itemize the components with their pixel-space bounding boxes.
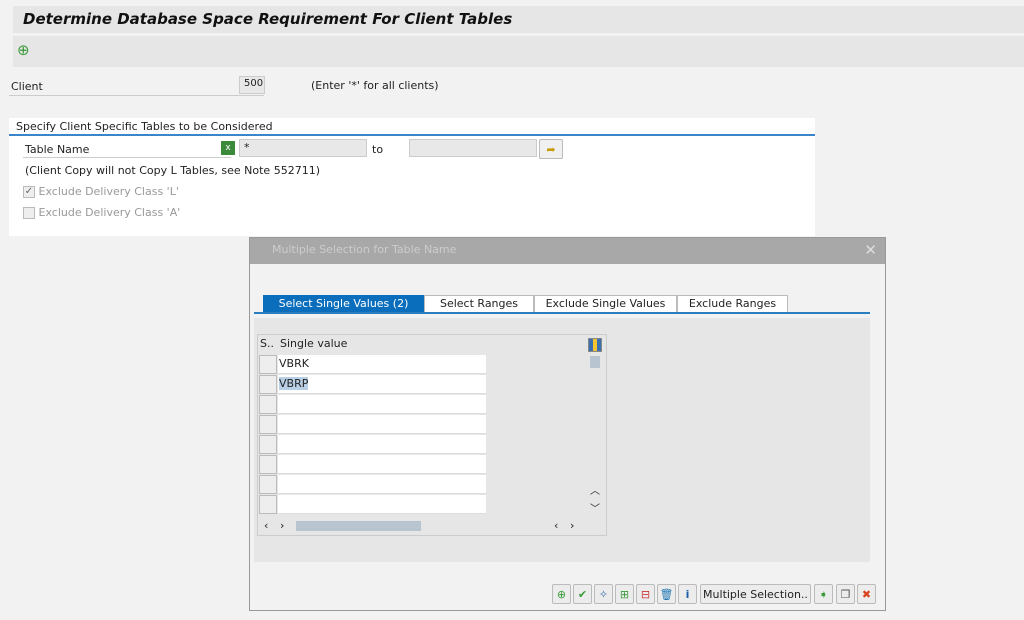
group-title: Specify Client Specific Tables to be Con…: [16, 120, 273, 133]
check-icon[interactable]: ✔: [573, 584, 592, 604]
upload-icon[interactable]: ➧: [814, 584, 833, 604]
group-divider: [9, 134, 815, 136]
checkbox-checked-icon[interactable]: ✓: [23, 186, 35, 198]
value-cell[interactable]: [278, 435, 486, 454]
client-input[interactable]: 500: [239, 76, 265, 94]
exclude-a-label: Exclude Delivery Class 'A': [38, 206, 181, 219]
value-cell[interactable]: VBRP: [278, 375, 486, 394]
horizontal-scroll-thumb[interactable]: [296, 521, 421, 531]
value-cell[interactable]: VBRK: [278, 355, 486, 374]
table-name-label: Table Name: [25, 143, 90, 156]
tab-underline: [254, 312, 870, 314]
dialog-title: Multiple Selection for Table Name: [250, 238, 885, 264]
insert-row-icon[interactable]: ⊞: [615, 584, 634, 604]
checkbox-unchecked-icon[interactable]: [23, 207, 35, 219]
scroll-left-icon[interactable]: ‹: [264, 519, 268, 532]
tab-select-single-values[interactable]: Select Single Values (2): [263, 295, 424, 313]
exclude-l-checkbox[interactable]: ✓ Exclude Delivery Class 'L': [23, 185, 179, 198]
table-name-from-input[interactable]: *: [239, 139, 367, 157]
exclude-l-label: Exclude Delivery Class 'L': [38, 185, 179, 198]
value-cell[interactable]: [278, 455, 486, 474]
client-row: Client: [9, 78, 264, 96]
value-cell[interactable]: [278, 475, 486, 494]
table-selection-group: Specify Client Specific Tables to be Con…: [9, 118, 815, 236]
multiple-selection-button[interactable]: Multiple Selection..: [700, 584, 811, 604]
scroll-right-icon[interactable]: ›: [280, 519, 284, 532]
import-icon[interactable]: ✧: [594, 584, 613, 604]
execute-icon[interactable]: ⊕: [552, 584, 571, 604]
tab-panel: S.. Single value ︿ ﹀ VBRK VBRP ‹ › ‹ ›: [254, 318, 870, 562]
client-label: Client: [11, 80, 43, 93]
col-scroll-right-icon[interactable]: ›: [570, 519, 574, 532]
table-row[interactable]: [258, 495, 486, 515]
table-row[interactable]: [258, 435, 486, 455]
table-row[interactable]: [258, 475, 486, 495]
toolbar: ⊕: [13, 36, 1024, 67]
delete-row-icon[interactable]: ⊟: [636, 584, 655, 604]
multiple-selection-arrow-icon[interactable]: ➦: [539, 139, 563, 159]
table-row[interactable]: [258, 395, 486, 415]
row-selector[interactable]: [259, 375, 277, 394]
to-label: to: [372, 143, 384, 156]
col-header-sel: S..: [260, 337, 274, 350]
tab-select-ranges[interactable]: Select Ranges: [424, 295, 534, 313]
scroll-down-icon[interactable]: ﹀: [590, 500, 600, 515]
page-title: Determine Database Space Requirement For…: [23, 10, 513, 28]
trash-icon[interactable]: 🗑: [657, 584, 676, 604]
vertical-scroll-thumb[interactable]: [590, 356, 600, 368]
close-icon[interactable]: ✕: [864, 241, 877, 259]
row-selector[interactable]: [259, 415, 277, 434]
row-selector[interactable]: [259, 395, 277, 414]
table-row[interactable]: [258, 415, 486, 435]
table-row[interactable]: [258, 455, 486, 475]
note-text: (Client Copy will not Copy L Tables, see…: [25, 164, 320, 177]
multiple-selection-dialog: Multiple Selection for Table Name ✕ Sele…: [249, 237, 886, 611]
value-text-selected: VBRP: [279, 377, 309, 390]
client-hint: (Enter '*' for all clients): [311, 79, 439, 92]
table-row[interactable]: VBRK: [258, 355, 486, 375]
table-row[interactable]: VBRP: [258, 375, 486, 395]
exclude-a-checkbox[interactable]: Exclude Delivery Class 'A': [23, 206, 180, 219]
value-cell[interactable]: [278, 495, 486, 514]
cancel-icon[interactable]: ✖: [857, 584, 876, 604]
row-selector[interactable]: [259, 355, 277, 374]
selection-option-icon[interactable]: x: [221, 141, 235, 155]
table-name-row: Table Name: [23, 140, 231, 158]
row-selector[interactable]: [259, 475, 277, 494]
table-name-to-input[interactable]: [409, 139, 537, 157]
column-settings-icon[interactable]: [588, 338, 602, 352]
scroll-up-icon[interactable]: ︿: [590, 482, 600, 497]
value-cell[interactable]: [278, 415, 486, 434]
col-scroll-left-icon[interactable]: ‹: [554, 519, 558, 532]
row-selector[interactable]: [259, 435, 277, 454]
info-icon[interactable]: i: [678, 584, 697, 604]
tab-exclude-ranges[interactable]: Exclude Ranges: [677, 295, 788, 313]
execute-icon[interactable]: ⊕: [17, 41, 30, 59]
row-selector[interactable]: [259, 455, 277, 474]
row-selector[interactable]: [259, 495, 277, 514]
col-header-single-value: Single value: [280, 337, 348, 350]
clipboard-paste-icon[interactable]: ❐: [836, 584, 855, 604]
single-values-table: S.. Single value ︿ ﹀ VBRK VBRP ‹ › ‹ ›: [257, 334, 607, 536]
value-cell[interactable]: [278, 395, 486, 414]
tab-exclude-single-values[interactable]: Exclude Single Values: [534, 295, 677, 313]
title-bar: Determine Database Space Requirement For…: [13, 6, 1024, 33]
